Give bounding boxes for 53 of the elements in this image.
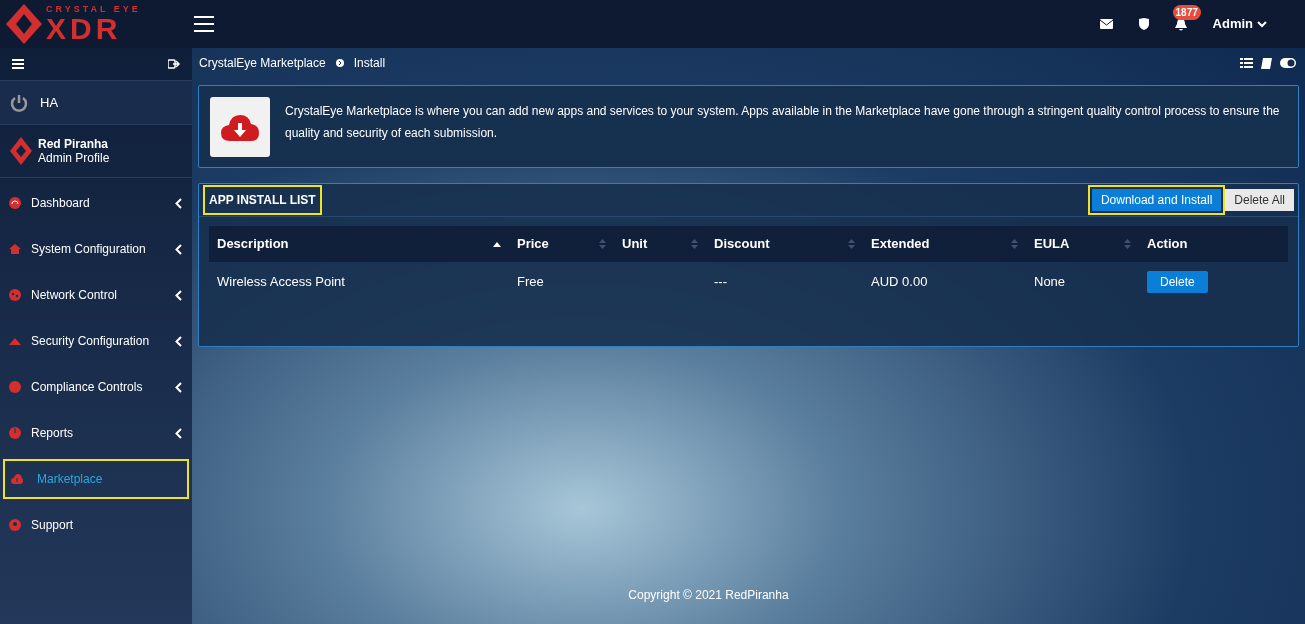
logo-icon — [4, 2, 44, 46]
chevron-circle-icon — [335, 59, 344, 67]
sidebar-item[interactable]: Compliance Controls — [0, 364, 192, 410]
table-cell: --- — [714, 273, 727, 289]
table-cell: AUD 0.00 — [871, 273, 928, 289]
sidebar-item[interactable]: Security Configuration — [0, 318, 192, 364]
breadcrumb-current: Install — [353, 55, 386, 72]
table-cell: Wireless Access Point — [217, 273, 345, 289]
delete-all-button[interactable]: Delete All — [1225, 189, 1294, 211]
marketplace-icon — [210, 96, 270, 157]
column-header[interactable]: Discount — [714, 234, 770, 254]
menu-icon[interactable] — [12, 59, 24, 69]
sidebar-item[interactable]: Dashboard — [0, 180, 192, 226]
panel-title: APP INSTALL LIST — [203, 185, 322, 215]
cloud-download-icon — [11, 473, 23, 485]
sidebar-item[interactable]: Support — [0, 502, 192, 548]
list-icon[interactable] — [1240, 58, 1253, 68]
column-header[interactable]: Price — [517, 234, 549, 254]
logout-icon[interactable] — [168, 59, 180, 69]
notification-count: 1877 — [1172, 4, 1201, 20]
power-icon — [10, 93, 28, 112]
ha-label[interactable]: HA — [40, 92, 59, 113]
mail-icon[interactable] — [1099, 19, 1113, 29]
logo-tagline: CRYSTAL EYE — [46, 4, 141, 14]
sidebar-item[interactable]: Marketplace — [3, 459, 189, 499]
column-header[interactable]: EULA — [1034, 234, 1070, 254]
home-icon — [9, 243, 21, 255]
column-header[interactable]: Unit — [622, 234, 648, 254]
circle-icon — [9, 381, 21, 393]
logo-icon — [10, 137, 32, 165]
info-text: CrystalEye Marketplace is where you can add new apps and services to your system. Apps available in the Marketplace have gone through a stringent quality control process to ensure the quality and security of each submission. — [285, 102, 1281, 142]
menu-icon[interactable] — [194, 16, 214, 32]
dashboard-icon — [9, 197, 21, 209]
support-icon — [9, 519, 21, 531]
user-menu[interactable]: Admin — [1212, 14, 1267, 34]
caret-down-icon — [1257, 20, 1267, 28]
column-header[interactable]: Extended — [871, 234, 930, 254]
profile-name: Red Piranha — [38, 137, 110, 151]
copyright-text: Copyright © 2021 RedPiranha — [627, 587, 790, 604]
column-header[interactable]: Description — [217, 234, 289, 254]
breadcrumb-link[interactable]: CrystalEye Marketplace — [199, 54, 326, 72]
column-header[interactable]: Action — [1147, 234, 1188, 254]
table-cell: Free — [517, 273, 544, 289]
delete-button[interactable]: Delete — [1147, 270, 1208, 293]
table-cell: None — [1034, 273, 1066, 289]
bell-icon[interactable] — [1174, 17, 1187, 31]
shield-icon[interactable] — [1138, 18, 1149, 30]
logo-text: XDR — [46, 13, 122, 44]
sidebar-item[interactable]: Network Control — [0, 272, 192, 318]
profile-role: Admin Profile — [38, 151, 110, 165]
sidebar-item[interactable]: Reports — [0, 410, 192, 456]
toggle-icon[interactable] — [1280, 58, 1296, 68]
sidebar-item[interactable]: System Configuration — [0, 226, 192, 272]
